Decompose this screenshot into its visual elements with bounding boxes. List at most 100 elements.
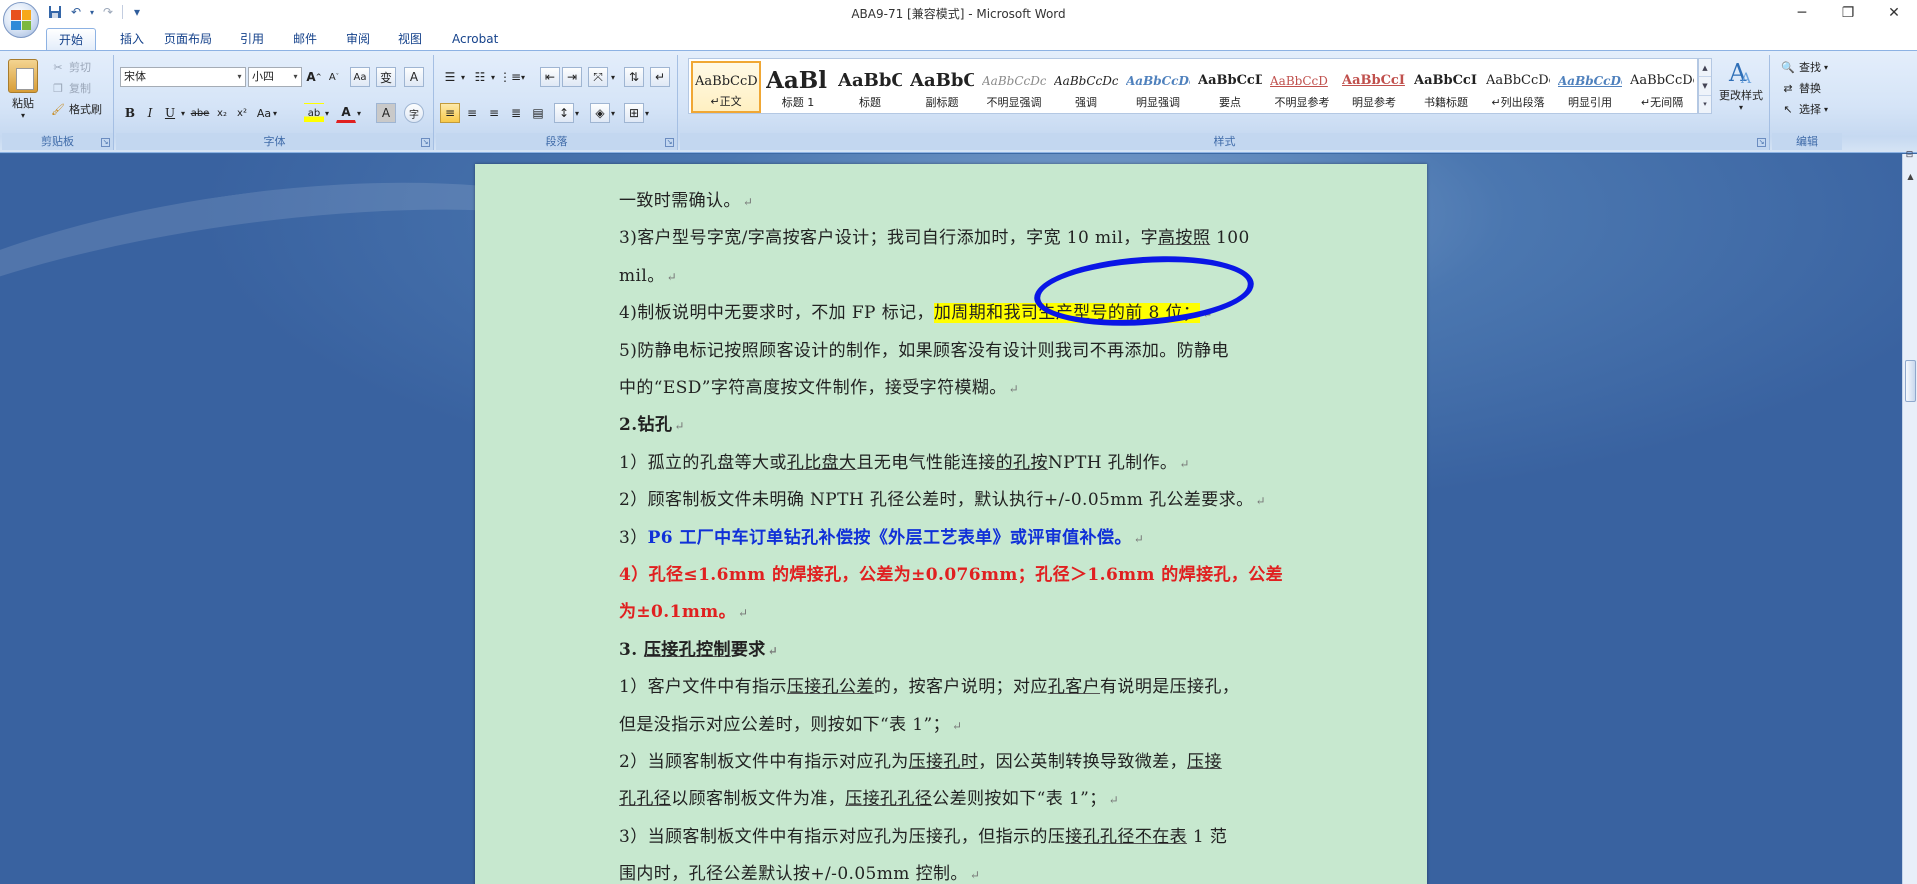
- tab-insert[interactable]: 插入: [108, 28, 156, 50]
- style-subtle-reference[interactable]: AaBbCcD 不明显参考: [1267, 61, 1337, 113]
- superscript-button[interactable]: x²: [232, 103, 252, 123]
- styles-dialog-launcher-icon[interactable]: ↘: [1757, 138, 1766, 147]
- align-center-icon[interactable]: ≡: [462, 103, 482, 123]
- scroll-up-icon[interactable]: ▲: [1904, 170, 1917, 184]
- chinese-layout-dropdown-icon[interactable]: ▾: [608, 67, 618, 87]
- character-shading-button[interactable]: A: [376, 103, 396, 123]
- chinese-layout-icon[interactable]: ⤧: [588, 67, 608, 87]
- clear-formatting-button[interactable]: Aa: [350, 67, 370, 87]
- paragraph-mark-icon: ↵: [1255, 494, 1266, 509]
- gallery-more-icon[interactable]: ▾: [1699, 96, 1711, 113]
- tab-acrobat[interactable]: Acrobat: [440, 28, 510, 50]
- style-book-title[interactable]: AaBbCcI 书籍标题: [1411, 61, 1481, 113]
- minimize-button[interactable]: ─: [1779, 0, 1825, 26]
- document-page[interactable]: 一致时需确认。 ↵ 3)客户型号字宽/字高按客户设计；我司自行添加时，字宽 10 m…: [475, 164, 1427, 884]
- font-dialog-launcher-icon[interactable]: ↘: [421, 138, 430, 147]
- align-left-icon[interactable]: ≡: [440, 103, 460, 123]
- highlight-dropdown-icon[interactable]: ▾: [322, 103, 332, 123]
- bold-button[interactable]: B: [120, 103, 140, 123]
- style-intense-reference[interactable]: AaBbCcI 明显参考: [1339, 61, 1409, 113]
- shading-dropdown-icon[interactable]: ▾: [608, 103, 618, 123]
- tab-view[interactable]: 视图: [386, 28, 434, 50]
- align-right-icon[interactable]: ≡: [484, 103, 504, 123]
- close-button[interactable]: ✕: [1871, 0, 1917, 26]
- view-ruler-icon[interactable]: ⊟: [1903, 150, 1916, 164]
- change-styles-button[interactable]: A A 更改样式 ▾: [1716, 57, 1766, 112]
- text-run: 高按照: [1158, 228, 1211, 249]
- tab-references[interactable]: 引用: [228, 28, 276, 50]
- maximize-button[interactable]: ❐: [1825, 0, 1871, 26]
- shading-icon[interactable]: ◈: [590, 103, 610, 123]
- style-subtitle[interactable]: AaBbC 副标题: [907, 61, 977, 113]
- decrease-indent-icon[interactable]: ⇤: [540, 67, 560, 87]
- format-painter-button[interactable]: 🖌 格式刷: [50, 101, 102, 117]
- strikethrough-button[interactable]: abe: [190, 103, 210, 123]
- enclose-characters-button[interactable]: 字: [404, 103, 424, 123]
- numbering-dropdown-icon[interactable]: ▾: [488, 67, 498, 87]
- style-strong[interactable]: AaBbCcD 要点: [1195, 61, 1265, 113]
- tab-mailings[interactable]: 邮件: [281, 28, 329, 50]
- font-name-combo[interactable]: 宋体 ▾: [120, 67, 246, 87]
- distributed-icon[interactable]: ▤: [528, 103, 548, 123]
- justify-icon[interactable]: ≣: [506, 103, 526, 123]
- change-case-dropdown-icon[interactable]: ▾: [270, 103, 280, 123]
- font-group-label: 字体: [116, 133, 433, 150]
- line-spacing-icon[interactable]: ↕: [554, 103, 574, 123]
- shrink-font-button[interactable]: Aˇ: [324, 67, 344, 87]
- select-button[interactable]: ↖ 选择 ▾: [1780, 101, 1828, 117]
- line-spacing-dropdown-icon[interactable]: ▾: [572, 103, 582, 123]
- bullets-icon[interactable]: ☰: [440, 67, 460, 87]
- borders-dropdown-icon[interactable]: ▾: [642, 103, 652, 123]
- clipboard-dialog-launcher-icon[interactable]: ↘: [101, 138, 110, 147]
- tab-review[interactable]: 审阅: [334, 28, 382, 50]
- style-no-spacing[interactable]: AaBbCcDc ↵无间隔: [1627, 61, 1697, 113]
- document-line: 5)防静电标记按照顾客设计的制作，如果顾客没有设计则我司不再添加。防静电: [619, 336, 1229, 361]
- borders-icon[interactable]: ⊞: [624, 103, 644, 123]
- font-size-combo[interactable]: 小四 ▾: [248, 67, 302, 87]
- character-border-button[interactable]: A: [404, 67, 424, 87]
- text-run: 5)防静电标记按照顾客设计的制作，如果顾客没有设计则我司不再添加。防静电: [619, 340, 1229, 361]
- style-intense-emphasis[interactable]: AaBbCcDc 明显强调: [1123, 61, 1193, 113]
- font-name-dropdown-icon[interactable]: ▾: [234, 68, 245, 86]
- italic-button[interactable]: I: [140, 103, 160, 123]
- multilevel-list-icon[interactable]: ⋮≡: [499, 67, 521, 87]
- grow-font-button[interactable]: A ^: [304, 67, 324, 87]
- tab-home[interactable]: 开始: [46, 28, 97, 50]
- style-normal[interactable]: AaBbCcDc ↵正文: [691, 61, 761, 113]
- font-color-dropdown-icon[interactable]: ▾: [354, 103, 364, 123]
- subscript-button[interactable]: x₂: [212, 103, 232, 123]
- bullets-dropdown-icon[interactable]: ▾: [458, 67, 468, 87]
- replace-button[interactable]: ⇄ 替换: [1780, 80, 1821, 96]
- find-button[interactable]: 🔍 查找 ▾: [1780, 59, 1828, 75]
- paragraph-dialog-launcher-icon[interactable]: ↘: [665, 138, 674, 147]
- style-title[interactable]: AaBbC 标题: [835, 61, 905, 113]
- change-styles-label: 更改样式: [1719, 89, 1763, 102]
- highlight-button[interactable]: ab: [304, 103, 324, 123]
- underline-dropdown-icon[interactable]: ▾: [178, 103, 188, 123]
- style-subtle-emphasis[interactable]: AaBbCcDc 不明显强调: [979, 61, 1049, 113]
- underline-button[interactable]: U: [160, 103, 180, 123]
- numbering-icon[interactable]: ☷: [470, 67, 490, 87]
- scroll-thumb[interactable]: [1905, 360, 1916, 402]
- font-color-button[interactable]: A: [336, 103, 356, 123]
- gallery-down-icon[interactable]: ▼: [1699, 77, 1711, 96]
- gallery-up-icon[interactable]: ▲: [1699, 59, 1711, 78]
- style-name: 副标题: [925, 96, 959, 109]
- multilevel-dropdown-icon[interactable]: ▾: [518, 67, 528, 87]
- increase-indent-icon[interactable]: ⇥: [562, 67, 582, 87]
- style-list-paragraph[interactable]: AaBbCcDc ↵列出段落: [1483, 61, 1553, 113]
- show-marks-icon[interactable]: ↵: [650, 67, 670, 87]
- vertical-scrollbar[interactable]: ▲: [1902, 154, 1917, 884]
- style-emphasis[interactable]: AaBbCcDc 强调: [1051, 61, 1121, 113]
- phonetic-guide-button[interactable]: 变: [376, 67, 396, 87]
- style-intense-quote[interactable]: AaBbCcDc 明显引用: [1555, 61, 1625, 113]
- tab-page-layout[interactable]: 页面布局: [152, 28, 224, 50]
- office-button[interactable]: [3, 2, 39, 38]
- font-size-dropdown-icon[interactable]: ▾: [290, 68, 301, 86]
- style-heading-1[interactable]: AaBl 标题 1: [763, 61, 833, 113]
- paste-button[interactable]: 粘贴 ▾: [8, 59, 38, 120]
- text-run: 的孔按: [995, 452, 1048, 473]
- copy-button[interactable]: ❐ 复制: [50, 80, 91, 96]
- cut-button[interactable]: ✂ 剪切: [50, 59, 91, 75]
- sort-icon[interactable]: ⇅: [624, 67, 644, 87]
